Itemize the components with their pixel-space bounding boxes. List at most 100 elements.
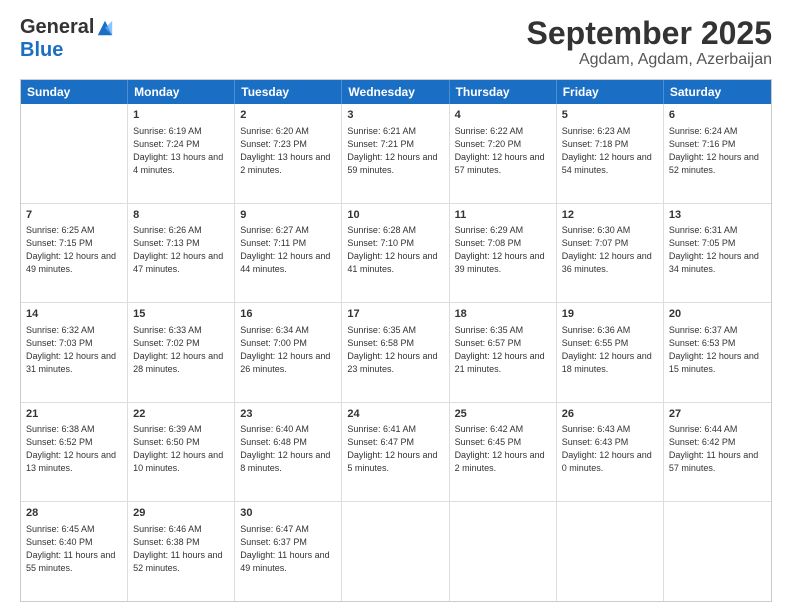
calendar-cell	[342, 502, 449, 601]
cell-info: Sunrise: 6:47 AMSunset: 6:37 PMDaylight:…	[240, 523, 336, 575]
day-number: 18	[455, 307, 551, 322]
calendar-cell: 3 Sunrise: 6:21 AMSunset: 7:21 PMDaylight…	[342, 104, 449, 203]
cell-info: Sunrise: 6:37 AMSunset: 6:53 PMDaylight:…	[669, 324, 766, 376]
calendar-cell	[21, 104, 128, 203]
calendar: SundayMondayTuesdayWednesdayThursdayFrid…	[20, 79, 772, 602]
calendar-cell: 18Sunrise: 6:35 AMSunset: 6:57 PMDayligh…	[450, 303, 557, 402]
day-number: 4	[455, 108, 551, 123]
calendar-cell: 9Sunrise: 6:27 AMSunset: 7:11 PMDaylight…	[235, 204, 342, 303]
calendar-cell: 27Sunrise: 6:44 AMSunset: 6:42 PMDayligh…	[664, 403, 771, 502]
day-number: 21	[26, 407, 122, 422]
cell-info: Sunrise: 6:25 AMSunset: 7:15 PMDaylight:…	[26, 224, 122, 276]
cell-info: Sunrise: 6:32 AMSunset: 7:03 PMDaylight:…	[26, 324, 122, 376]
day-number: 15	[133, 307, 229, 322]
subtitle: Agdam, Agdam, Azerbaijan	[527, 51, 772, 69]
header-day-wednesday: Wednesday	[342, 80, 449, 104]
cell-info: Sunrise: 6:35 AMSunset: 6:58 PMDaylight:…	[347, 324, 443, 376]
calendar-cell: 13Sunrise: 6:31 AMSunset: 7:05 PMDayligh…	[664, 204, 771, 303]
calendar-cell: 5Sunrise: 6:23 AMSunset: 7:18 PMDaylight…	[557, 104, 664, 203]
day-number: 1	[133, 108, 229, 123]
calendar-body: 1 Sunrise: 6:19 AMSunset: 7:24 PMDaylight…	[21, 104, 771, 601]
title-section: September 2025 Agdam, Agdam, Azerbaijan	[527, 16, 772, 69]
day-number: 25	[455, 407, 551, 422]
calendar-cell: 20Sunrise: 6:37 AMSunset: 6:53 PMDayligh…	[664, 303, 771, 402]
calendar-cell: 29 Sunrise: 6:46 AMSunset: 6:38 PMDayligh…	[128, 502, 235, 601]
cell-info: Sunrise: 6:27 AMSunset: 7:11 PMDaylight:…	[240, 224, 336, 276]
calendar-cell: 2Sunrise: 6:20 AMSunset: 7:23 PMDaylight…	[235, 104, 342, 203]
calendar-cell: 17 Sunrise: 6:35 AMSunset: 6:58 PMDayligh…	[342, 303, 449, 402]
day-number: 13	[669, 208, 766, 223]
calendar-cell: 16 Sunrise: 6:34 AMSunset: 7:00 PMDayligh…	[235, 303, 342, 402]
calendar-cell: 25Sunrise: 6:42 AMSunset: 6:45 PMDayligh…	[450, 403, 557, 502]
calendar-cell: 12Sunrise: 6:30 AMSunset: 7:07 PMDayligh…	[557, 204, 664, 303]
day-number: 11	[455, 208, 551, 223]
day-number: 14	[26, 307, 122, 322]
logo-blue-text: Blue	[20, 39, 63, 61]
calendar-cell: 28Sunrise: 6:45 AMSunset: 6:40 PMDayligh…	[21, 502, 128, 601]
day-number: 3	[347, 108, 443, 123]
day-number: 9	[240, 208, 336, 223]
logo-icon	[96, 19, 114, 37]
calendar-cell: 21Sunrise: 6:38 AMSunset: 6:52 PMDayligh…	[21, 403, 128, 502]
logo: General Blue	[20, 16, 114, 62]
main-title: September 2025	[527, 16, 772, 51]
cell-info: Sunrise: 6:33 AMSunset: 7:02 PMDaylight:…	[133, 324, 229, 376]
calendar-cell: 7Sunrise: 6:25 AMSunset: 7:15 PMDaylight…	[21, 204, 128, 303]
cell-info: Sunrise: 6:20 AMSunset: 7:23 PMDaylight:…	[240, 125, 336, 177]
day-number: 17	[347, 307, 443, 322]
day-number: 26	[562, 407, 658, 422]
day-number: 19	[562, 307, 658, 322]
day-number: 23	[240, 407, 336, 422]
calendar-cell	[450, 502, 557, 601]
calendar-cell: 30 Sunrise: 6:47 AMSunset: 6:37 PMDayligh…	[235, 502, 342, 601]
calendar-cell: 23Sunrise: 6:40 AMSunset: 6:48 PMDayligh…	[235, 403, 342, 502]
cell-info: Sunrise: 6:46 AMSunset: 6:38 PMDaylight:…	[133, 523, 229, 575]
cell-info: Sunrise: 6:43 AMSunset: 6:43 PMDaylight:…	[562, 423, 658, 475]
logo-general-text: General	[20, 16, 94, 39]
calendar-cell: 11Sunrise: 6:29 AMSunset: 7:08 PMDayligh…	[450, 204, 557, 303]
cell-info: Sunrise: 6:40 AMSunset: 6:48 PMDaylight:…	[240, 423, 336, 475]
day-number: 10	[347, 208, 443, 223]
cell-info: Sunrise: 6:28 AMSunset: 7:10 PMDaylight:…	[347, 224, 443, 276]
cell-info: Sunrise: 6:42 AMSunset: 6:45 PMDaylight:…	[455, 423, 551, 475]
cell-info: Sunrise: 6:36 AMSunset: 6:55 PMDaylight:…	[562, 324, 658, 376]
header-day-tuesday: Tuesday	[235, 80, 342, 104]
cell-info: Sunrise: 6:19 AMSunset: 7:24 PMDaylight:…	[133, 125, 229, 177]
header: General Blue September 2025 Agdam, Agdam…	[20, 16, 772, 69]
cell-info: Sunrise: 6:26 AMSunset: 7:13 PMDaylight:…	[133, 224, 229, 276]
day-number: 8	[133, 208, 229, 223]
calendar-cell: 19 Sunrise: 6:36 AMSunset: 6:55 PMDayligh…	[557, 303, 664, 402]
cell-info: Sunrise: 6:23 AMSunset: 7:18 PMDaylight:…	[562, 125, 658, 177]
day-number: 30	[240, 506, 336, 521]
page: General Blue September 2025 Agdam, Agdam…	[0, 0, 792, 612]
cell-info: Sunrise: 6:44 AMSunset: 6:42 PMDaylight:…	[669, 423, 766, 475]
calendar-cell: 6Sunrise: 6:24 AMSunset: 7:16 PMDaylight…	[664, 104, 771, 203]
cell-info: Sunrise: 6:22 AMSunset: 7:20 PMDaylight:…	[455, 125, 551, 177]
day-number: 27	[669, 407, 766, 422]
calendar-cell: 8Sunrise: 6:26 AMSunset: 7:13 PMDaylight…	[128, 204, 235, 303]
cell-info: Sunrise: 6:41 AMSunset: 6:47 PMDaylight:…	[347, 423, 443, 475]
cell-info: Sunrise: 6:45 AMSunset: 6:40 PMDaylight:…	[26, 523, 122, 575]
day-number: 16	[240, 307, 336, 322]
calendar-row-4: 28Sunrise: 6:45 AMSunset: 6:40 PMDayligh…	[21, 502, 771, 601]
cell-info: Sunrise: 6:38 AMSunset: 6:52 PMDaylight:…	[26, 423, 122, 475]
header-day-monday: Monday	[128, 80, 235, 104]
cell-info: Sunrise: 6:31 AMSunset: 7:05 PMDaylight:…	[669, 224, 766, 276]
day-number: 22	[133, 407, 229, 422]
header-day-sunday: Sunday	[21, 80, 128, 104]
calendar-cell: 22Sunrise: 6:39 AMSunset: 6:50 PMDayligh…	[128, 403, 235, 502]
calendar-cell: 1 Sunrise: 6:19 AMSunset: 7:24 PMDaylight…	[128, 104, 235, 203]
header-day-friday: Friday	[557, 80, 664, 104]
cell-info: Sunrise: 6:24 AMSunset: 7:16 PMDaylight:…	[669, 125, 766, 177]
calendar-cell: 15 Sunrise: 6:33 AMSunset: 7:02 PMDayligh…	[128, 303, 235, 402]
calendar-cell: 26Sunrise: 6:43 AMSunset: 6:43 PMDayligh…	[557, 403, 664, 502]
cell-info: Sunrise: 6:21 AMSunset: 7:21 PMDaylight:…	[347, 125, 443, 177]
day-number: 29	[133, 506, 229, 521]
calendar-cell: 4 Sunrise: 6:22 AMSunset: 7:20 PMDaylight…	[450, 104, 557, 203]
calendar-row-1: 7Sunrise: 6:25 AMSunset: 7:15 PMDaylight…	[21, 204, 771, 304]
cell-info: Sunrise: 6:39 AMSunset: 6:50 PMDaylight:…	[133, 423, 229, 475]
calendar-cell	[664, 502, 771, 601]
day-number: 12	[562, 208, 658, 223]
calendar-cell	[557, 502, 664, 601]
cell-info: Sunrise: 6:34 AMSunset: 7:00 PMDaylight:…	[240, 324, 336, 376]
